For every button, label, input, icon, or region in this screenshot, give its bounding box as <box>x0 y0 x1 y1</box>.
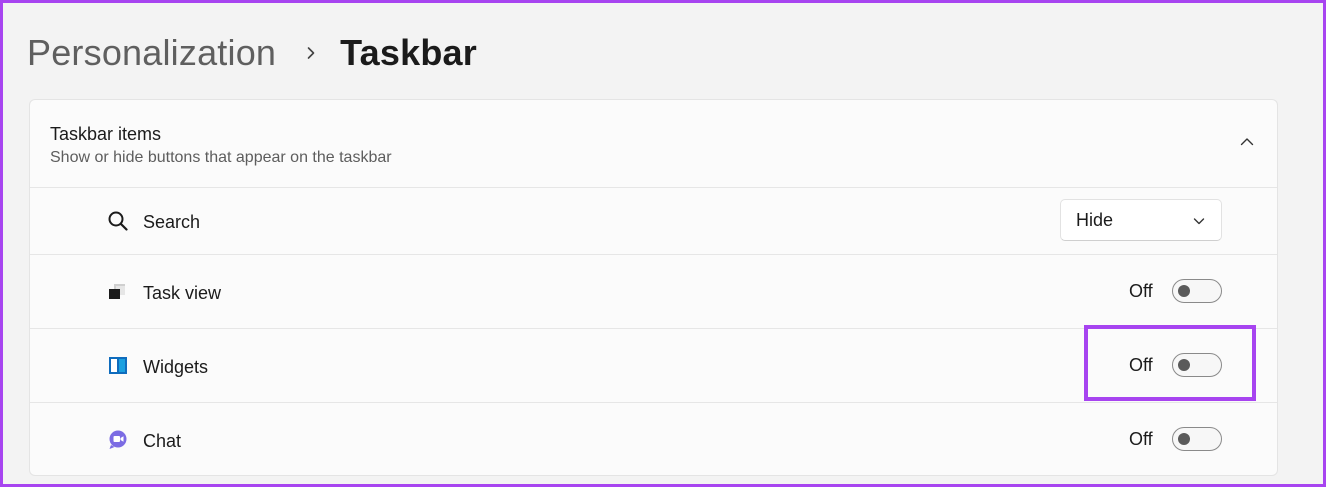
chat-toggle-group: Off <box>1129 427 1223 453</box>
taskbar-items-panel: Taskbar items Show or hide buttons that … <box>29 99 1278 476</box>
widgets-icon <box>107 355 129 377</box>
taskbar-items-header[interactable]: Taskbar items Show or hide buttons that … <box>30 100 1277 188</box>
setting-row-chat: Chat Off <box>30 403 1277 475</box>
toggle-knob <box>1178 285 1190 297</box>
search-visibility-dropdown[interactable]: Hide <box>1060 199 1222 241</box>
toggle-state-label: Off <box>1129 429 1153 449</box>
chat-icon <box>107 429 129 451</box>
setting-label-chat: Chat <box>143 431 182 451</box>
chat-toggle[interactable] <box>1172 427 1222 451</box>
toggle-state-label: Off <box>1129 281 1153 301</box>
task-view-toggle-group: Off <box>1129 279 1223 305</box>
toggle-knob <box>1178 433 1190 445</box>
chevron-down-icon <box>1191 213 1207 229</box>
setting-label-widgets: Widgets <box>143 357 209 377</box>
section-subtitle: Show or hide buttons that appear on the … <box>50 149 392 166</box>
search-icon <box>107 210 129 232</box>
dropdown-selected-value: Hide <box>1076 210 1114 230</box>
setting-label-task-view: Task view <box>143 283 222 303</box>
breadcrumb: Personalization Taskbar <box>27 28 477 78</box>
breadcrumb-personalization-link[interactable]: Personalization <box>27 32 276 74</box>
section-title: Taskbar items <box>50 124 162 144</box>
page-title: Taskbar <box>340 32 477 73</box>
collapse-button[interactable] <box>1231 128 1263 160</box>
widgets-toggle-highlight-box <box>1084 325 1256 401</box>
task-view-toggle[interactable] <box>1172 279 1222 303</box>
setting-row-task-view: Task view Off <box>30 255 1277 329</box>
chevron-up-icon <box>1239 134 1255 155</box>
setting-label-search: Search <box>143 212 201 232</box>
chevron-right-icon <box>296 38 326 68</box>
setting-row-search: Search Hide <box>30 188 1277 255</box>
task-view-icon <box>107 281 129 303</box>
